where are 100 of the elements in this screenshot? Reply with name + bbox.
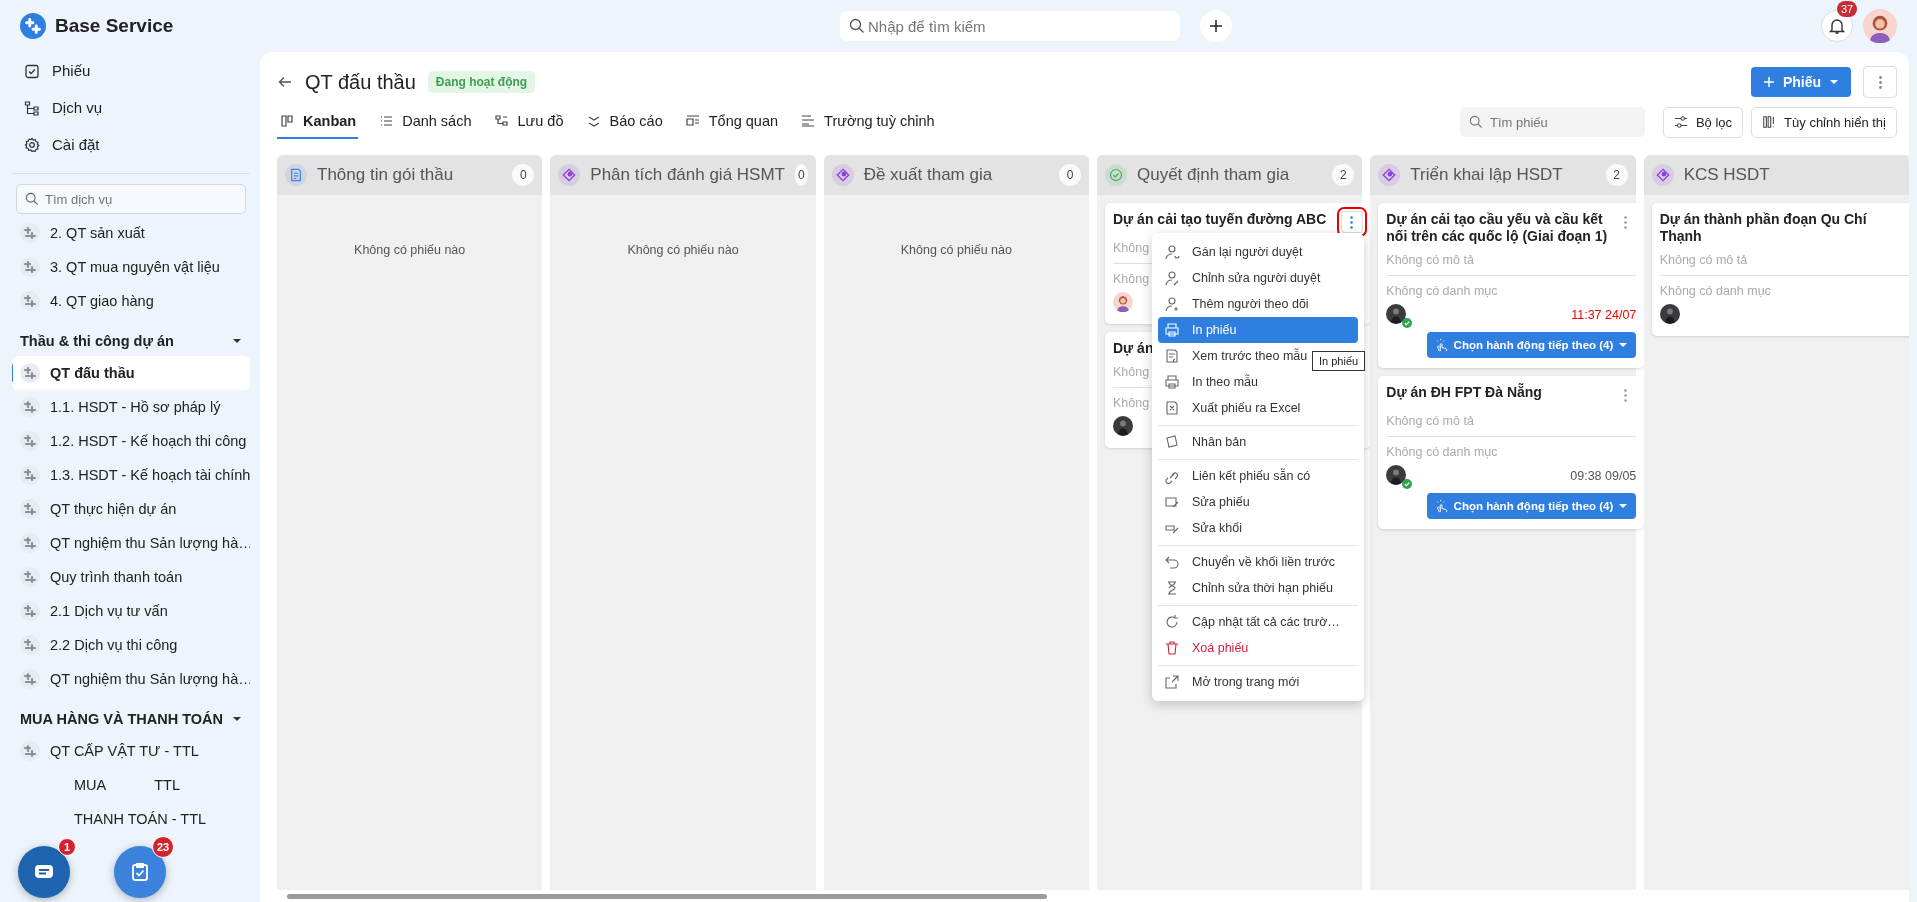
menu-item[interactable]: In phiếu (1158, 317, 1358, 343)
view-tab[interactable]: Kanban (277, 105, 359, 139)
more-icon (1878, 75, 1882, 89)
service-item[interactable]: QT nghiệm thu Sản lượng hà… (12, 662, 250, 696)
plus-icon (1209, 19, 1223, 33)
card-count: 2 (1332, 164, 1355, 186)
service-item-text[interactable]: TTL (154, 777, 180, 793)
menu-item[interactable]: Sửa khối (1158, 515, 1358, 541)
service-icon (20, 533, 40, 553)
menu-item[interactable]: Liên kết phiếu sẵn có (1158, 459, 1358, 489)
search-field[interactable]: Tìm dịch vụ (16, 184, 246, 214)
card-category: Không (1113, 272, 1150, 286)
layout-icon (684, 113, 701, 129)
service-item[interactable]: 2.1 Dịch vụ tư vấn (12, 594, 250, 628)
menu-item[interactable]: Xoá phiếu (1158, 635, 1358, 661)
card-count: 0 (512, 164, 535, 186)
menu-item[interactable]: Nhân bản (1158, 425, 1358, 455)
view-tab[interactable]: Danh sách (376, 105, 474, 139)
view-tab[interactable]: Lưu đồ (491, 105, 566, 139)
ticket-card[interactable]: Dự án thành phần đoạn Qu Chí Thạnh Không có mô tả Không có danh mục (1651, 203, 1909, 336)
service-item-text[interactable]: THANH TOÁN - TTL (74, 811, 207, 827)
menu-item[interactable]: Sửa phiếu (1158, 489, 1358, 515)
menu-item[interactable]: Gán lại người duyệt (1158, 239, 1358, 265)
count-badge: 1 (58, 838, 76, 856)
nav-item[interactable]: Cài đặt (12, 126, 250, 163)
refresh-icon (1164, 614, 1180, 630)
menu-item[interactable]: Chỉnh sửa người duyệt (1158, 265, 1358, 291)
service-item[interactable]: QT nghiệm thu Sản lượng hà… (12, 526, 250, 560)
card-category: Không có danh mục (1386, 445, 1498, 459)
page-title: QT đấu thầu (305, 70, 416, 94)
trash-icon (1164, 640, 1180, 656)
next-action-button[interactable]: Chọn hành động tiếp theo (4) (1426, 493, 1637, 519)
group-header[interactable]: Thầu & thi công dự án (12, 318, 250, 356)
service-item[interactable]: QT thực hiện dự án (12, 492, 250, 526)
back-icon[interactable] (277, 74, 293, 90)
service-icon (20, 363, 40, 383)
service-item[interactable]: Quy trình thanh toán (12, 560, 250, 594)
search-field[interactable]: Nhập để tìm kiếm (840, 11, 1180, 41)
settings-icon (24, 136, 40, 153)
spreadsheet-icon (1164, 400, 1180, 416)
service-item[interactable]: 1.1. HSDT - Hồ sơ pháp lý (12, 390, 250, 424)
nav-item[interactable]: Phiếu (12, 52, 250, 89)
card-category: Không có danh mục (1659, 284, 1771, 298)
avatar (1659, 304, 1680, 324)
card-title: Dự án cải tạo cầu yếu và cầu kết nối trên các quốc lộ (Giai đoạn 1) (1386, 211, 1609, 245)
menu-item[interactable]: Thêm người theo dõi (1158, 291, 1358, 317)
tooltip: In phiếu (1312, 351, 1366, 371)
service-icon (20, 567, 40, 587)
service-item[interactable]: 1.3. HSDT - Kế hoạch tài chính (12, 458, 250, 492)
service-item[interactable]: 3. QT mua nguyên vật liệu (12, 250, 250, 284)
menu-item[interactable]: Chỉnh sửa thời hạn phiếu (1158, 575, 1358, 601)
plus-icon (1762, 76, 1775, 88)
group-header[interactable]: MUA HÀNG VÀ THANH TOÁN (12, 696, 250, 734)
more-icon (1350, 215, 1354, 229)
service-icon (20, 223, 40, 243)
ticket-card[interactable]: Dự án cải tạo cầu yếu và cầu kết nối trên các quốc lộ (Giai đoạn 1) Không có mô tả Không có danh mục 11:37 24/07 Chọn hành động tiếp theo (4) (1378, 203, 1645, 368)
external-link-icon (1164, 674, 1180, 690)
column-title: Quyết định tham gia (1137, 165, 1291, 185)
column-title: Triển khai lập HSDT (1410, 165, 1564, 185)
ticket-card[interactable]: Dự án ĐH FPT Đà Nẵng Không có mô tả Không có danh mục 09:38 09/05 Chọn hành động tiếp theo (4) (1378, 376, 1645, 529)
menu-item[interactable]: Cập nhật tất cả các trườ… (1158, 605, 1358, 635)
service-item[interactable]: 2.2 Dịch vụ thi công (12, 628, 250, 662)
user-icon (1164, 244, 1180, 260)
service-item[interactable]: QT CẤP VẬT TƯ - TTL (12, 734, 250, 768)
service-item[interactable]: QT đấu thầu (12, 356, 250, 390)
card-description: Không có mô tả (1659, 253, 1748, 267)
next-action-button[interactable]: Chọn hành động tiếp theo (4) (1426, 332, 1637, 358)
avatar (1386, 465, 1407, 485)
service-icon (20, 635, 40, 655)
new-ticket-button[interactable]: Phiếu (1750, 67, 1851, 97)
add-button[interactable] (1200, 10, 1232, 42)
card-category: Không (1113, 396, 1150, 410)
menu-item[interactable]: In theo mẫu (1158, 369, 1358, 395)
service-item[interactable]: 1.2. HSDT - Kế hoạch thi công (12, 424, 250, 458)
view-tab[interactable]: Tổng quan (682, 105, 781, 139)
card-count: 0 (1059, 164, 1081, 186)
view-tab[interactable]: Trường tuỳ chỉnh (798, 105, 937, 139)
card-description: Không (1113, 241, 1150, 255)
view-tab[interactable]: Báo cáo (583, 105, 665, 139)
nav-item[interactable]: Dịch vụ (12, 89, 250, 126)
service-item[interactable]: 2. QT sản xuất (12, 216, 250, 250)
service-item-text[interactable]: MUA (74, 777, 107, 793)
due-time: 11:37 24/07 (1571, 308, 1637, 322)
user-avatar[interactable] (1863, 9, 1897, 43)
logo-icon (20, 13, 46, 39)
service-item[interactable]: 4. QT giao hàng (12, 284, 250, 318)
sliders-icon (1673, 115, 1688, 129)
menu-item[interactable]: Xuất phiếu ra Excel (1158, 395, 1358, 421)
service-icon (20, 291, 40, 311)
filter-button[interactable]: Bộ lọc (1662, 106, 1744, 138)
empty-message: Không có phiếu nào (353, 243, 467, 257)
search-field[interactable]: Tìm phiếu (1459, 107, 1645, 137)
scrollbar[interactable] (287, 893, 1047, 899)
menu-item[interactable]: Mở trong trang mới (1158, 665, 1358, 695)
customize-view-button[interactable]: Tùy chỉnh hiển thị (1751, 106, 1897, 138)
menu-item[interactable]: Chuyển về khối liền trước (1158, 545, 1358, 575)
avatar (1113, 416, 1133, 436)
empty-message: Không có phiếu nào (899, 243, 1013, 257)
status-badge: Đang hoạt động (427, 71, 536, 93)
card-description: Không (1113, 365, 1150, 379)
